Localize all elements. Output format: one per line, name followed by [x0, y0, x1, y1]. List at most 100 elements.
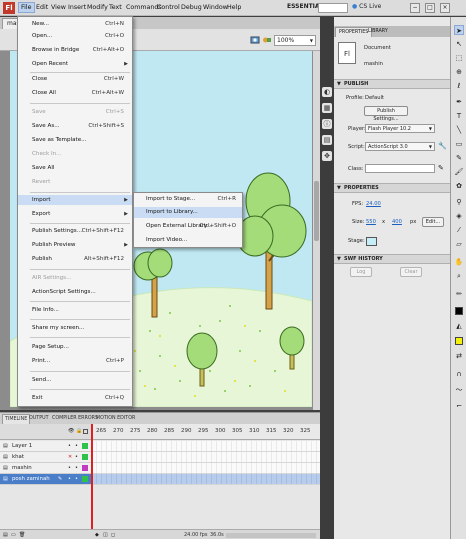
menu-open-external-library[interactable]: Open External Library... Ctrl+Shift+O [134, 221, 242, 232]
menu-save-as-template[interactable]: Save as Template... [18, 135, 132, 145]
menu-send[interactable]: Send... [18, 375, 132, 385]
visibility-dot[interactable]: • [68, 441, 71, 452]
menu-share-screen[interactable]: Share my screen... [18, 323, 132, 333]
tab-timeline[interactable]: TIMELINE [2, 414, 31, 424]
player-select[interactable]: Flash Player 10.2 ▼ [365, 124, 435, 133]
pen-tool-icon[interactable]: ✒ [454, 97, 464, 107]
properties-section-header[interactable]: ▼ PROPERTIES [334, 183, 450, 193]
height-value[interactable]: 400 [392, 219, 402, 225]
new-folder-icon[interactable]: ▭ [11, 532, 16, 538]
free-transform-tool-icon[interactable]: ⬚ [454, 53, 464, 63]
menu-import-to-library[interactable]: Import to Library... [134, 207, 242, 218]
bone-tool-icon[interactable]: ⚲ [454, 197, 464, 207]
info-panel-icon[interactable]: ⓘ [322, 119, 332, 129]
publish-settings-button[interactable]: Publish Settings... [364, 106, 408, 122]
menu-export[interactable]: Export ▶ [18, 209, 132, 219]
new-layer-icon[interactable]: ▤ [3, 532, 8, 538]
menu-file-info[interactable]: File Info... [18, 305, 132, 315]
layer-color-swatch[interactable] [82, 454, 88, 460]
log-button[interactable]: Log [350, 267, 372, 277]
zoom-select[interactable]: 100% ▼ [274, 35, 316, 46]
menu-file[interactable]: File [18, 2, 35, 13]
menu-browse-in-bridge[interactable]: Browse in Bridge Ctrl+Alt+O [18, 45, 132, 55]
zoom-tool-icon[interactable]: ⌕ [454, 271, 464, 281]
clear-button[interactable]: Clear [400, 267, 422, 277]
frame-ruler[interactable]: 265 270 275 280 285 290 295 300 305 310 … [92, 424, 320, 440]
menu-control[interactable]: Control [155, 3, 182, 12]
lock-dot[interactable]: • [75, 474, 78, 485]
visibility-dot[interactable]: • [68, 463, 71, 474]
layer-row[interactable]: ▤ mashin • • [0, 463, 92, 474]
snap-to-objects-icon[interactable]: ∩ [454, 369, 464, 379]
brush-tool-icon[interactable]: 🖌 [454, 167, 464, 177]
onion-skin-icon[interactable]: ◫ [103, 532, 108, 538]
pencil-icon[interactable]: ✎ [438, 164, 444, 172]
lock-dot[interactable]: • [75, 463, 78, 474]
menu-save-all[interactable]: Save All [18, 163, 132, 173]
layer-row[interactable]: ▤ khat ✕ • [0, 452, 92, 463]
playhead[interactable] [91, 424, 93, 539]
publish-section-header[interactable]: ▼ PUBLISH [334, 79, 450, 89]
onion-outline-icon[interactable]: ◻ [111, 532, 115, 538]
lasso-tool-icon[interactable]: ℓ [454, 81, 464, 91]
scrollbar-thumb[interactable] [314, 181, 319, 241]
text-tool-icon[interactable]: T [454, 111, 464, 121]
width-value[interactable]: 550 [366, 219, 376, 225]
layer-color-swatch[interactable] [82, 443, 88, 449]
frames-row[interactable] [92, 441, 320, 452]
menu-exit[interactable]: Exit Ctrl+Q [18, 393, 132, 403]
menu-close[interactable]: Close Ctrl+W [18, 74, 132, 84]
line-tool-icon[interactable]: ╲ [454, 125, 464, 135]
transform-panel-icon[interactable]: ✥ [322, 151, 332, 161]
visibility-dot[interactable]: • [68, 474, 71, 485]
menu-import-to-stage[interactable]: Import to Stage... Ctrl+R [134, 194, 242, 205]
pencil-tool-icon[interactable]: ✎ [454, 153, 464, 163]
swatches-panel-icon[interactable]: ▦ [322, 103, 332, 113]
lock-dot[interactable]: • [75, 452, 78, 463]
tab-motion-editor[interactable]: MOTION EDITOR [94, 414, 137, 424]
outline-icon[interactable] [83, 429, 88, 434]
menu-publish-preview[interactable]: Publish Preview ▶ [18, 240, 132, 250]
tab-compiler-errors[interactable]: COMPILER ERRORS [50, 414, 100, 424]
3d-rotation-tool-icon[interactable]: ⊕ [454, 67, 464, 77]
delete-layer-icon[interactable]: 🗑 [19, 532, 25, 538]
menu-import-video[interactable]: Import Video... [134, 235, 242, 246]
menu-import[interactable]: Import ▶ [18, 195, 132, 205]
menu-text[interactable]: Text [107, 3, 124, 12]
menu-edit[interactable]: Edit [34, 3, 50, 12]
edit-scene-icon[interactable] [250, 35, 260, 45]
menu-print[interactable]: Print... Ctrl+P [18, 356, 132, 366]
fill-color-swatch[interactable] [455, 337, 463, 345]
menu-actionscript-settings[interactable]: ActionScript Settings... [18, 287, 132, 297]
straighten-icon[interactable]: ⌐ [454, 401, 464, 411]
layer-row[interactable]: ▤ Layer 1 • • [0, 441, 92, 452]
menu-help[interactable]: Help [225, 3, 243, 12]
minimize-button[interactable]: − [410, 3, 420, 13]
menu-close-all[interactable]: Close All Ctrl+Alt+W [18, 88, 132, 98]
layer-color-swatch[interactable] [82, 465, 88, 471]
subselection-tool-icon[interactable]: ↖ [454, 39, 464, 49]
smooth-icon[interactable]: ～ [454, 385, 464, 395]
menu-revert[interactable]: Revert [18, 177, 132, 187]
menu-new[interactable]: New... Ctrl+N [18, 19, 132, 29]
maximize-button[interactable]: □ [425, 3, 435, 13]
selection-tool-icon[interactable]: ➤ [454, 25, 464, 35]
menu-air-settings[interactable]: AIR Settings... [18, 273, 132, 283]
lock-dot[interactable]: • [75, 441, 78, 452]
paint-bucket-tool-icon[interactable]: ◈ [454, 211, 464, 221]
class-input[interactable] [365, 164, 435, 173]
stroke-color-swatch[interactable] [455, 307, 463, 315]
menu-save-as[interactable]: Save As... Ctrl+Shift+S [18, 121, 132, 131]
swap-colors-icon[interactable]: ⇄ [454, 351, 464, 361]
hand-tool-icon[interactable]: ✋ [454, 257, 464, 267]
hidden-x-icon[interactable]: ✕ [68, 452, 72, 463]
eraser-tool-icon[interactable]: ▱ [454, 239, 464, 249]
menu-open-recent[interactable]: Open Recent ▶ [18, 59, 132, 69]
eyedropper-tool-icon[interactable]: ⁄ [454, 225, 464, 235]
stroke-color-icon[interactable]: ✏ [454, 289, 464, 299]
menu-save[interactable]: Save Ctrl+S [18, 107, 132, 117]
align-panel-icon[interactable]: ▤ [322, 135, 332, 145]
eye-icon[interactable]: 👁 [68, 428, 74, 434]
rectangle-tool-icon[interactable]: ▭ [454, 139, 464, 149]
edit-symbols-icon[interactable] [262, 35, 272, 45]
